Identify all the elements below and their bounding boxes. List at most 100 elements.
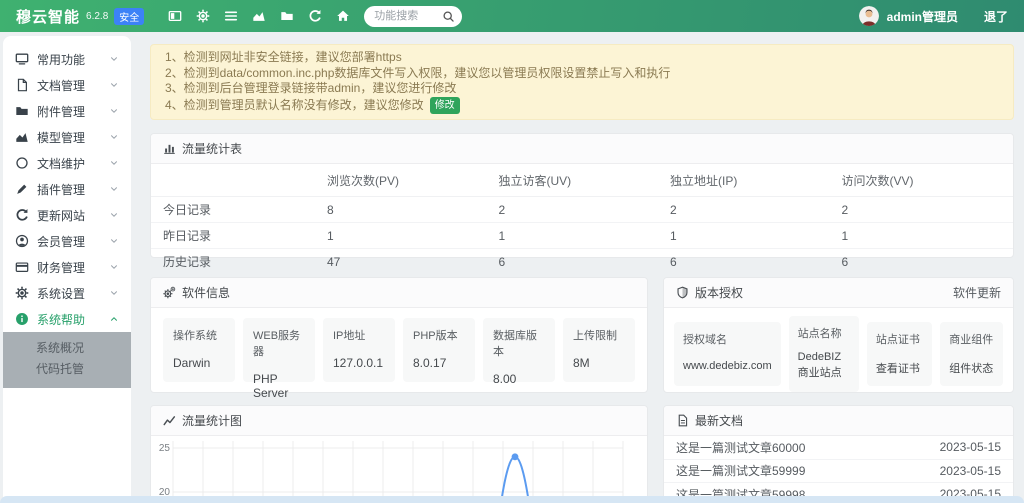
chevron-down-icon [109,132,119,142]
chevron-up-icon [109,314,119,324]
gear-icon [15,286,29,300]
software-info-header: 软件信息 [151,278,647,308]
version-label: 6.2.8 [86,11,108,22]
traffic-chart: 25 20 [151,436,647,503]
alert-line: 4、检测到管理员默认名称没有修改，建议您修改 修改 [165,97,999,115]
folder-icon[interactable] [280,9,294,23]
shield-icon [676,286,689,299]
submenu-item-overview[interactable]: 系统概况 [3,338,131,359]
software-info-card: 软件信息 操作系统 Darwin WEB服务器 PHP Server IP地址 … [150,277,648,393]
chart-icon[interactable] [252,9,266,23]
chart-gridlines [173,441,623,503]
info-icon [15,312,29,326]
chevron-down-icon [109,80,119,90]
topbar-user-area: admin管理员 退了 [859,6,1008,26]
search-box [364,6,462,27]
license-tile-sitename: 站点名称 DedeBIZ商业站点 [789,316,859,392]
chevron-down-icon [109,262,119,272]
table-row: 历史记录 47 6 6 6 [151,249,1013,275]
sidebar-item-models[interactable]: 模型管理 [3,124,131,150]
security-badge: 安全 [114,8,144,25]
license-tile-domain: 授权域名 www.dedebiz.com [674,322,781,386]
chart-peak-marker [512,453,519,460]
card-title: 软件信息 [182,284,230,301]
info-tile-upload: 上传限制 8M [563,318,635,382]
traffic-chart-header: 流量统计图 [151,406,647,436]
document-icon [676,414,689,427]
latest-docs-card: 最新文档 这是一篇测试文章60000 2023-05-15 这是一篇测试文章59… [663,405,1014,503]
card-title: 流量统计图 [182,412,242,429]
footer-strip [0,496,1024,503]
topbar-icon-row [168,9,350,23]
sidebar: 常用功能 文档管理 附件管理 模型管理 文档维护 插件管理 [3,36,131,503]
chevron-down-icon [109,106,119,116]
view-cert-link[interactable]: 查看证书 [876,360,923,376]
license-header: 版本授权 软件更新 [664,278,1013,308]
license-card: 版本授权 软件更新 授权域名 www.dedebiz.com 站点名称 Dede… [663,277,1014,393]
credit-card-icon [15,260,29,274]
info-tile-db: 数据库版本 8.00 [483,318,555,382]
admin-dashboard: 穆云智能 6.2.8 安全 [0,0,1024,503]
dashboard-icon[interactable] [168,9,182,23]
info-tile-ip: IP地址 127.0.0.1 [323,318,395,382]
sidebar-item-documents[interactable]: 文档管理 [3,72,131,98]
bar-chart-icon [163,142,176,155]
y-tick-label: 25 [159,443,171,454]
user-icon [15,234,29,248]
refresh-icon[interactable] [308,9,322,23]
info-tile-php: PHP版本 8.0.17 [403,318,475,382]
sidebar-item-maintenance[interactable]: 文档维护 [3,150,131,176]
doc-list-item[interactable]: 这是一篇测试文章60000 2023-05-15 [664,436,1013,460]
sidebar-item-common[interactable]: 常用功能 [3,46,131,72]
info-tile-webserver: WEB服务器 PHP Server [243,318,315,382]
pen-icon [15,182,29,196]
gear-icon[interactable] [196,9,210,23]
fix-button[interactable]: 修改 [430,97,460,115]
sidebar-item-help[interactable]: 系统帮助 [3,306,131,332]
license-tiles: 授权域名 www.dedebiz.com 站点名称 DedeBIZ商业站点 站点… [664,308,1013,400]
table-row: 今日记录 8 2 2 2 [151,197,1013,223]
sidebar-item-members[interactable]: 会员管理 [3,228,131,254]
app-logo: 穆云智能 [16,6,80,27]
component-status-link[interactable]: 组件状态 [949,360,994,376]
menu-icon[interactable] [224,9,238,23]
software-info-tiles: 操作系统 Darwin WEB服务器 PHP Server IP地址 127.0… [151,308,647,392]
doc-date: 2023-05-15 [940,440,1001,454]
sidebar-item-settings[interactable]: 系统设置 [3,280,131,306]
logout-button[interactable]: 退了 [984,8,1008,25]
chevron-down-icon [109,158,119,168]
sidebar-submenu: 系统概况 代码托管 [3,332,131,388]
home-icon[interactable] [336,9,350,23]
doc-title: 这是一篇测试文章59999 [676,462,805,479]
avatar[interactable] [859,6,879,26]
software-update-link[interactable]: 软件更新 [953,284,1001,301]
license-tile-cert: 站点证书 查看证书 [867,322,932,386]
search-icon [442,10,455,23]
chevron-down-icon [109,288,119,298]
card-title: 最新文档 [695,412,743,429]
security-alert-box: 1、检测到网址非安全链接，建议您部署https 2、检测到data/common… [150,44,1014,120]
license-tile-components: 商业组件 组件状态 [940,322,1003,386]
alert-line: 3、检测到后台管理登录链接带admin，建议您进行修改 [165,81,999,97]
card-title: 流量统计表 [182,140,242,157]
sidebar-item-finance[interactable]: 财务管理 [3,254,131,280]
chart-area-icon [15,130,29,144]
submenu-item-code-hosting[interactable]: 代码托管 [3,359,131,380]
info-tile-os: 操作系统 Darwin [163,318,235,382]
cogs-icon [163,286,176,299]
sidebar-item-plugins[interactable]: 插件管理 [3,176,131,202]
traffic-chart-card: 流量统计图 25 20 [150,405,648,503]
doc-title: 这是一篇测试文章60000 [676,439,805,456]
traffic-table: 浏览次数(PV) 独立访客(UV) 独立地址(IP) 访问次数(VV) 今日记录… [151,164,1013,274]
table-row: 昨日记录 1 1 1 1 [151,223,1013,249]
traffic-table-header: 流量统计表 [151,134,1013,164]
card-title: 版本授权 [695,284,743,301]
sidebar-item-attachments[interactable]: 附件管理 [3,98,131,124]
sidebar-item-update-site[interactable]: 更新网站 [3,202,131,228]
username-label[interactable]: admin管理员 [887,8,958,25]
topbar: 穆云智能 6.2.8 安全 [0,0,1024,32]
doc-list-item[interactable]: 这是一篇测试文章59999 2023-05-15 [664,460,1013,484]
table-header-row: 浏览次数(PV) 独立访客(UV) 独立地址(IP) 访问次数(VV) [151,164,1013,197]
chevron-down-icon [109,210,119,220]
circle-icon [15,156,29,170]
